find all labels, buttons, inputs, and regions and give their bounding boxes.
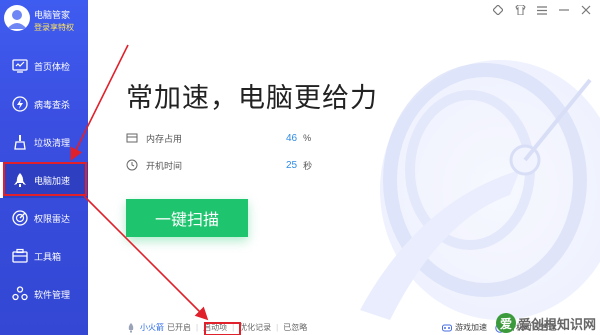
diamond-icon[interactable] [492,4,504,16]
lightning-icon [12,96,28,112]
profile-name: 电脑管家 [34,10,71,20]
boot-time-value: 25 [286,159,298,171]
game-accel-link[interactable]: 游戏加速 [455,322,487,333]
sidebar-item-label: 工具箱 [34,252,62,262]
software-icon [12,286,28,301]
watermark: 爱 爱创根知识网 [495,313,596,333]
sidebar-item-label: 软件管理 [34,290,71,300]
user-avatar-icon [7,10,27,29]
sidebar-item-speedup[interactable]: 电脑加速 [0,162,88,198]
clock-icon [126,159,138,171]
sidebar-item-home-check[interactable]: 首页体检 [0,48,88,84]
shirt-icon[interactable] [514,4,526,16]
watermark-logo: 爱 [495,313,516,333]
rocket-icon [14,173,26,187]
sidebar: 电脑管家 登录享特权 首页体检 病毒查杀 垃圾清理 电脑加速 权限雷达 工具箱 … [0,0,88,335]
broom-icon [14,135,26,150]
boot-time-unit: 秒 [303,160,313,171]
watermark-text: 爱创根知识网 [517,316,596,332]
sidebar-item-label: 首页体检 [34,62,71,72]
main-panel: 常加速，电脑更给力 内存占用 46 % 开机时间 25 秒 一键扫描 小火箭 已… [88,0,600,335]
sidebar-item-label: 病毒查杀 [34,100,71,110]
sidebar-item-toolbox[interactable]: 工具箱 [0,238,88,274]
window-controls [492,4,592,16]
sidebar-item-label: 电脑加速 [34,176,71,186]
startup-items-link[interactable]: 启动项 [203,322,227,333]
dish-illustration [360,60,600,320]
sidebar-item-label: 权限雷达 [34,214,71,224]
sidebar-item-software[interactable]: 软件管理 [0,276,88,312]
boot-time-row: 开机时间 25 秒 [126,157,312,173]
menu-icon[interactable] [536,4,548,16]
memory-value: 46 [286,132,298,144]
login-link[interactable]: 登录享特权 [34,22,74,33]
sidebar-item-junk-clean[interactable]: 垃圾清理 [0,124,88,160]
radar-icon [12,210,28,226]
memory-icon [126,133,138,143]
close-icon[interactable] [580,4,592,16]
one-click-scan-button[interactable]: 一键扫描 [126,199,248,237]
ignored-link[interactable]: 已忽略 [283,322,307,333]
optimization-log-link[interactable]: 优化记录 [239,322,271,333]
memory-usage-row: 内存占用 46 % [126,130,311,146]
avatar[interactable] [4,5,30,31]
minimize-icon[interactable] [558,4,570,16]
sidebar-item-label: 垃圾清理 [34,138,71,148]
small-rocket-link[interactable]: 小火箭 [140,322,164,333]
small-rocket-icon [128,322,134,332]
monitor-check-icon [12,59,28,73]
sidebar-item-permission-radar[interactable]: 权限雷达 [0,200,88,236]
sidebar-item-virus-scan[interactable]: 病毒查杀 [0,86,88,122]
memory-unit: % [303,133,312,143]
page-title: 常加速，电脑更给力 [126,83,378,113]
small-rocket-status: 已开启 [167,323,191,332]
profile-area[interactable]: 电脑管家 登录享特权 [0,0,88,40]
game-accel-icon [442,324,452,331]
toolbox-icon [12,248,28,263]
boot-time-label: 开机时间 [146,160,183,171]
memory-label: 内存占用 [146,133,183,144]
bottom-status-bar: 小火箭 已开启 | 启动项 | 优化记录 | 已忽略 [126,320,307,335]
